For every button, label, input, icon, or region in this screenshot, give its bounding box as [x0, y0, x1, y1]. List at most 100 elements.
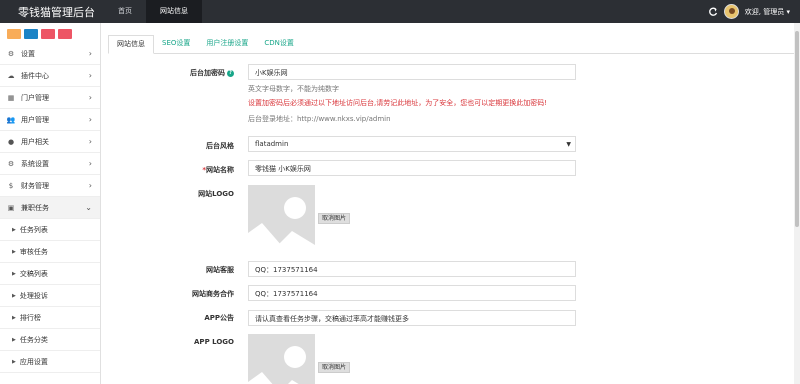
sidebar-subitem-complaints[interactable]: ▶ 处理投诉	[0, 285, 100, 307]
brand-title[interactable]: 零钱猫管理后台	[18, 4, 95, 20]
tab-site-info[interactable]: 网站信息	[108, 35, 154, 54]
chevron-right-icon: ›	[88, 115, 92, 124]
sidebar-subitem-submissions[interactable]: ▶ 交稿列表	[0, 263, 100, 285]
chevron-right-icon: ›	[88, 49, 92, 58]
image-placeholder-icon	[248, 346, 306, 384]
chevron-right-icon: ›	[88, 71, 92, 80]
user-area: 欢迎, 管理员 ▾	[708, 0, 790, 23]
user-icon: ●	[7, 137, 15, 146]
chevron-right-icon: ›	[88, 159, 92, 168]
cogs-icon: ⚙	[7, 159, 15, 168]
sidebar-item-label: 用户相关	[21, 137, 49, 146]
sidebar-subitem-ranking[interactable]: ▶ 排行榜	[0, 307, 100, 329]
admin-code-label-text: 后台加密码	[190, 69, 225, 77]
sidebar-subitem-task-list[interactable]: ▶ 任务列表	[0, 219, 100, 241]
admin-code-warning: 设置加密码后必须通过以下地址访问后台,请劳记此地址，为了安全，您也可以定期更换此…	[248, 99, 548, 107]
sidebar-item-label: 设置	[21, 49, 35, 58]
sidebar: ⚙ 设置 › ☁ 插件中心 › ▦ 门户管理 › 👥 用户管理 › ● 用户相关 › ⚙ 系统设置 › …	[0, 23, 101, 384]
sidebar-item-label: 系统设置	[21, 159, 49, 168]
chevron-right-icon: ›	[88, 181, 92, 190]
site-logo-label: 网站LOGO	[198, 190, 234, 198]
sidebar-item-parttime[interactable]: ▣ 兼职任务 ⌄	[0, 197, 100, 219]
sidebar-item-label: 用户管理	[21, 115, 49, 124]
sidebar-subitem-categories[interactable]: ▶ 任务分类	[0, 329, 100, 351]
site-name-label-text: 网站名称	[206, 166, 234, 174]
sidebar-subitem-label: 审核任务	[19, 247, 48, 256]
caret-right-icon: ▶	[12, 292, 16, 299]
chevron-right-icon: ›	[88, 137, 92, 146]
admin-style-value: flatadmin	[255, 140, 289, 148]
business-label: 网站商务合作	[192, 290, 234, 298]
image-placeholder-icon	[248, 197, 315, 253]
service-input[interactable]: QQ：1737571164	[248, 261, 576, 277]
caret-right-icon: ▶	[12, 336, 16, 343]
app-logo-label: APP LOGO	[194, 338, 234, 346]
cancel-app-logo-button[interactable]: 取消图片	[318, 362, 351, 373]
briefcase-icon: ▣	[7, 203, 15, 212]
site-name-label: *网站名称	[102, 165, 234, 175]
top-navbar: 零钱猫管理后台 首页 网站信息 欢迎, 管理员 ▾	[0, 0, 800, 23]
chevron-right-icon: ›	[88, 93, 92, 102]
caret-right-icon: ▶	[12, 248, 16, 255]
sidebar-subitem-label: 排行榜	[19, 313, 41, 322]
site-name-input[interactable]: 零钱猫 小K娱乐网	[248, 160, 576, 176]
users-icon: 👥	[6, 115, 16, 124]
sidebar-item-portal[interactable]: ▦ 门户管理 ›	[0, 87, 100, 109]
settings-tabs: 网站信息 SEO设置 用户注册设置 CDN设置	[108, 35, 796, 54]
gear-icon[interactable]	[58, 29, 72, 39]
service-label: 网站客服	[206, 266, 234, 274]
app-notice-input[interactable]: 请认真查看任务步骤，交稿通过率高才能赚钱更多	[248, 310, 576, 326]
sidebar-item-label: 门户管理	[21, 93, 49, 102]
cancel-logo-button[interactable]: 取消图片	[318, 213, 351, 224]
main-content: 网站信息 SEO设置 用户注册设置 CDN设置 后台加密码? 小K娱乐网 英文字…	[102, 23, 800, 384]
sidebar-subitem-app-settings[interactable]: ▶ 应用设置	[0, 351, 100, 373]
file-icon[interactable]	[24, 29, 38, 39]
sidebar-subitem-label: 交稿列表	[19, 269, 48, 278]
admin-style-label: 后台风格	[206, 142, 234, 150]
scrollbar-thumb[interactable]	[795, 31, 799, 227]
sidebar-item-user-related[interactable]: ● 用户相关 ›	[0, 131, 100, 153]
chart-icon[interactable]	[7, 29, 21, 39]
sidebar-subitem-review[interactable]: ▶ 审核任务	[0, 241, 100, 263]
caret-down-icon: ▼	[566, 141, 571, 148]
app-notice-label: APP公告	[204, 314, 234, 322]
sidebar-item-settings[interactable]: ⚙ 设置 ›	[0, 43, 100, 65]
refresh-icon[interactable]	[708, 6, 718, 17]
trash-icon[interactable]	[41, 29, 55, 39]
caret-right-icon: ▶	[12, 358, 16, 365]
sidebar-item-label: 兼职任务	[21, 203, 49, 212]
admin-style-select[interactable]: flatadmin ▼	[248, 136, 576, 152]
caret-right-icon: ▶	[12, 226, 16, 233]
gears-icon: ⚙	[7, 49, 15, 58]
question-icon[interactable]: ?	[227, 69, 234, 77]
nav-site-info[interactable]: 网站信息	[146, 0, 202, 23]
sidebar-subitem-label: 任务分类	[19, 335, 48, 344]
dollar-icon: $	[8, 181, 14, 190]
quick-buttons	[0, 23, 100, 43]
nav-home[interactable]: 首页	[104, 0, 146, 23]
admin-code-label: 后台加密码?	[102, 68, 234, 78]
scrollbar[interactable]	[794, 23, 800, 384]
app-logo-image[interactable]	[248, 334, 315, 384]
sidebar-subitem-label: 应用设置	[19, 357, 48, 366]
grid-icon: ▦	[7, 93, 15, 102]
admin-code-input[interactable]: 小K娱乐网	[248, 64, 576, 80]
site-logo-image[interactable]	[248, 185, 315, 253]
tab-seo[interactable]: SEO设置	[154, 35, 198, 53]
business-input[interactable]: QQ：1737571164	[248, 285, 576, 301]
top-nav: 首页 网站信息	[104, 0, 202, 23]
sidebar-item-plugins[interactable]: ☁ 插件中心 ›	[0, 65, 100, 87]
sidebar-item-label: 插件中心	[21, 71, 49, 80]
sidebar-item-system[interactable]: ⚙ 系统设置 ›	[0, 153, 100, 175]
sidebar-item-finance[interactable]: $ 财务管理 ›	[0, 175, 100, 197]
sidebar-subitem-label: 任务列表	[19, 225, 48, 234]
tab-cdn[interactable]: CDN设置	[256, 35, 302, 53]
admin-login-url: 后台登录地址：http://www.nkxs.vip/admin	[248, 115, 391, 123]
sidebar-subitem-label: 处理投诉	[19, 291, 48, 300]
tab-registration[interactable]: 用户注册设置	[198, 35, 256, 53]
admin-code-help: 英文字母数字，不能为纯数字	[248, 85, 339, 93]
avatar[interactable]	[723, 4, 739, 19]
cloud-icon: ☁	[7, 71, 15, 80]
user-menu[interactable]: 欢迎, 管理员 ▾	[745, 7, 790, 17]
sidebar-item-users[interactable]: 👥 用户管理 ›	[0, 109, 100, 131]
